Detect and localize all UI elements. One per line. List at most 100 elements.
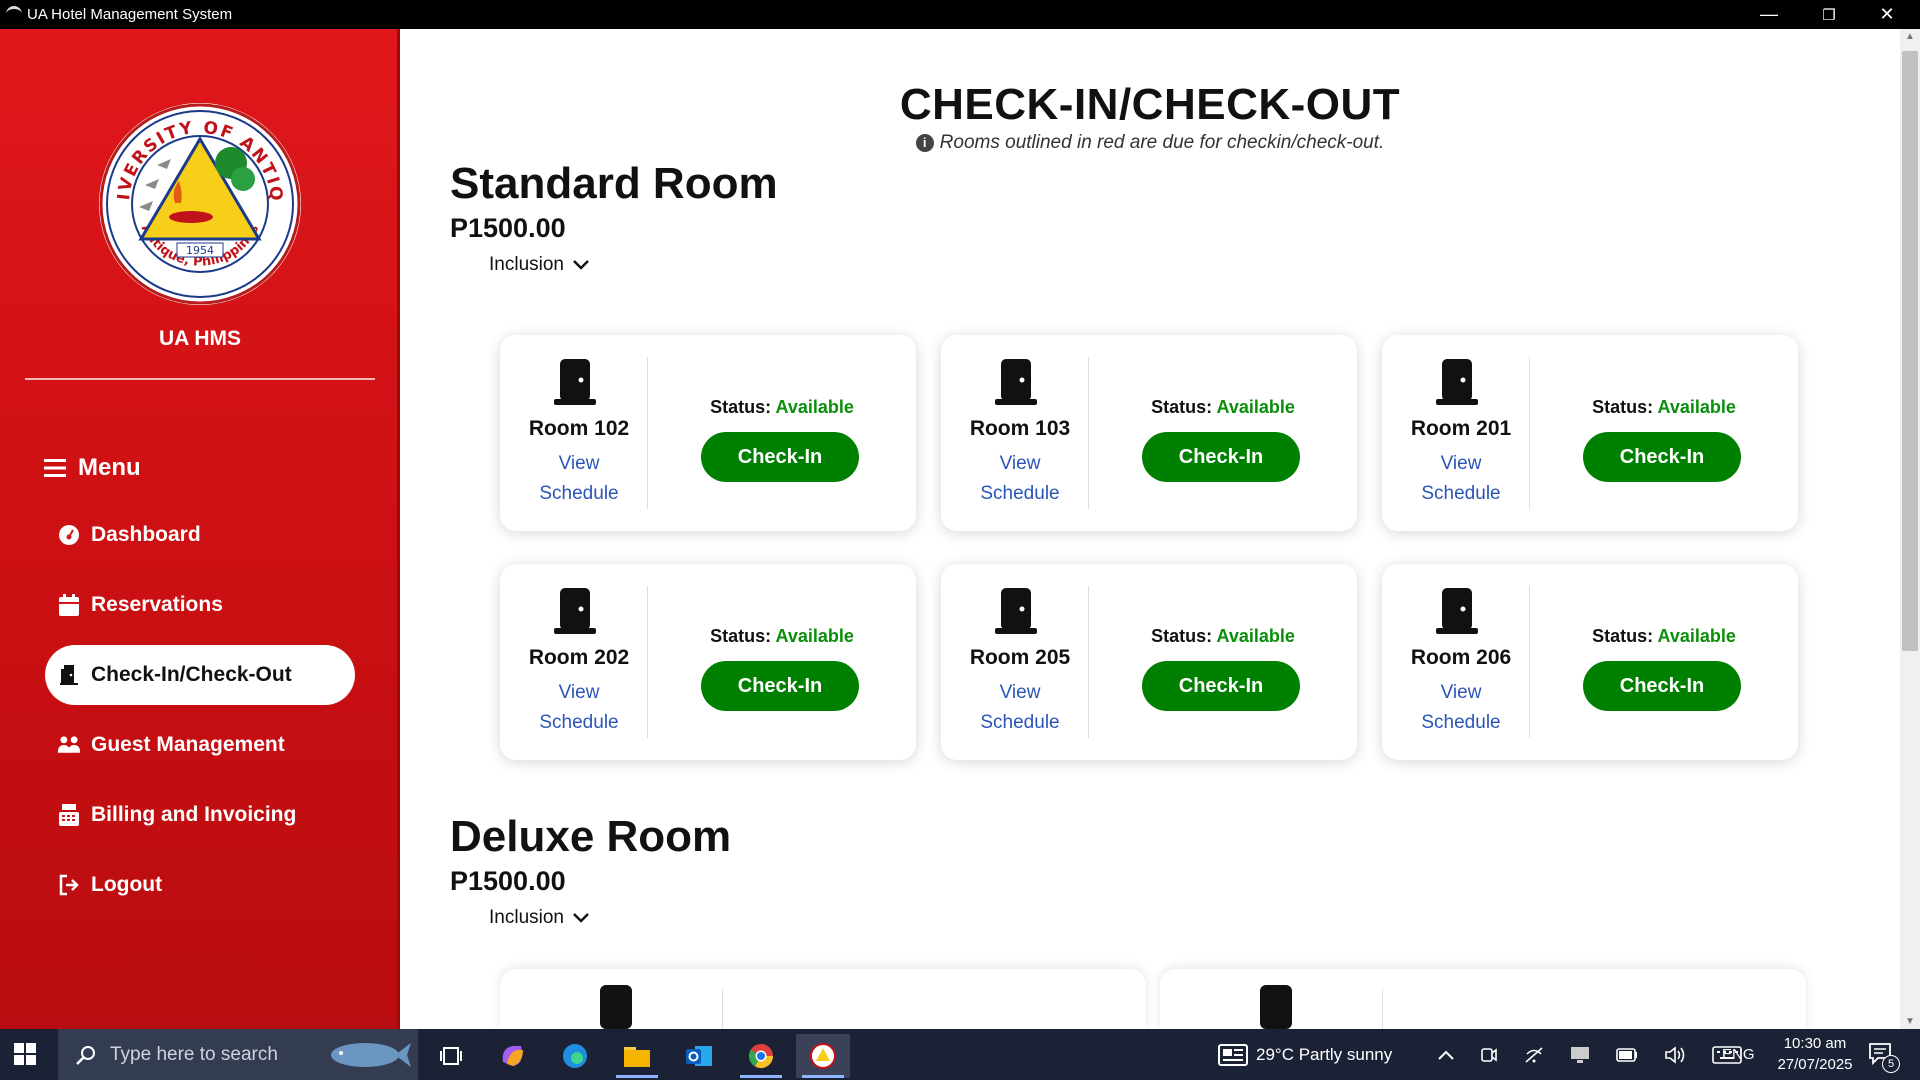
room-name: Room 202 — [528, 646, 630, 669]
nav-billing-and-invoicing-label: Billing and Invoicing — [91, 803, 297, 826]
view-schedule-line2: Schedule — [980, 483, 1060, 504]
chevron-up-icon[interactable] — [1438, 1050, 1454, 1060]
main-content: CHECK-IN/CHECK-OUT i Rooms outlined in re… — [400, 29, 1900, 1029]
view-schedule-link[interactable]: View Schedule — [941, 449, 1099, 509]
room-name: Room 103 — [969, 417, 1071, 440]
ua-logo-icon — [810, 1043, 836, 1069]
nav-reservations-label: Reservations — [91, 593, 223, 616]
restore-button[interactable]: ❐ — [1800, 0, 1858, 29]
status-value: Available — [1216, 397, 1295, 417]
outlook-icon — [686, 1046, 712, 1066]
card-divider — [1088, 357, 1089, 509]
language-indicator[interactable]: ENG — [1722, 1029, 1755, 1080]
check-in-button[interactable]: Check-In — [1142, 661, 1300, 711]
room-status: Status: Available — [1530, 397, 1798, 418]
check-in-button[interactable]: Check-In — [1583, 432, 1741, 482]
scrollbar-thumb[interactable] — [1902, 51, 1918, 651]
room-status: Status: Available — [1089, 626, 1357, 647]
card-divider — [647, 357, 648, 509]
view-schedule-link[interactable]: View Schedule — [1382, 678, 1540, 738]
brand-name: UA HMS — [158, 327, 242, 350]
close-button[interactable]: ✕ — [1858, 0, 1916, 29]
card-divider — [1088, 586, 1089, 738]
nav-reservations[interactable]: Reservations — [45, 575, 355, 635]
nav-guest-management[interactable]: Guest Management — [45, 715, 355, 775]
nav-dashboard[interactable]: Dashboard — [45, 505, 355, 565]
taskbar-app-copilot[interactable] — [486, 1034, 540, 1078]
room-name: Room 205 — [969, 646, 1071, 669]
inclusion-dropdown-deluxe[interactable]: Inclusion — [489, 907, 590, 929]
wifi-icon[interactable] — [1524, 1046, 1544, 1064]
chevron-down-icon — [573, 260, 589, 270]
window-titlebar: UA Hotel Management System — ❐ ✕ — [0, 0, 1920, 29]
nav-dashboard-label: Dashboard — [91, 523, 201, 546]
dashboard-icon — [57, 523, 81, 547]
meet-now-icon[interactable] — [1480, 1045, 1498, 1065]
scroll-down-arrow-icon[interactable]: ▼ — [1900, 1016, 1920, 1027]
view-schedule-link[interactable]: View Schedule — [500, 449, 658, 509]
clock-date: 27/07/2025 — [1777, 1056, 1853, 1073]
taskbar-app-chrome[interactable] — [734, 1034, 788, 1078]
weather-news-icon — [1218, 1043, 1248, 1066]
task-view-button[interactable] — [424, 1034, 478, 1078]
inclusion-dropdown-standard[interactable]: Inclusion — [489, 254, 590, 276]
view-schedule-link[interactable]: View Schedule — [941, 678, 1099, 738]
door-icon — [1436, 359, 1478, 405]
door-icon — [995, 588, 1037, 634]
start-button[interactable] — [14, 1043, 36, 1065]
taskbar-app-outlook[interactable] — [672, 1034, 726, 1078]
view-schedule-link[interactable]: View Schedule — [500, 678, 658, 738]
weather-text: 29°C Partly sunny — [1256, 1044, 1393, 1064]
check-in-button[interactable]: Check-In — [1142, 432, 1300, 482]
taskbar-app-file-explorer[interactable] — [610, 1034, 664, 1078]
info-note: i Rooms outlined in red are due for check… — [400, 132, 1900, 154]
room-name: Room 201 — [1410, 417, 1512, 440]
volume-icon[interactable] — [1664, 1045, 1686, 1065]
system-tray — [1438, 1029, 1742, 1080]
taskbar-app-edge[interactable] — [548, 1034, 602, 1078]
nav-billing-and-invoicing[interactable]: Billing and Invoicing — [45, 785, 355, 845]
check-in-button[interactable]: Check-In — [701, 661, 859, 711]
taskbar-search-placeholder: Type here to search — [110, 1043, 278, 1065]
door-icon — [1260, 985, 1292, 1029]
sidebar: UNIVERSITY OF ANTIQUE Antique, Philippin… — [0, 29, 400, 1029]
menu-toggle[interactable]: Menu — [44, 454, 141, 482]
info-icon: i — [915, 134, 934, 152]
battery-icon[interactable] — [1616, 1047, 1638, 1062]
scroll-up-arrow-icon[interactable]: ▲ — [1900, 31, 1920, 42]
whale-shark-icon — [331, 1043, 411, 1067]
status-label: Status: — [1151, 397, 1213, 417]
section-title-deluxe: Deluxe Room — [450, 812, 732, 861]
card-divider — [647, 586, 648, 738]
taskbar-clock[interactable]: 10:30 am 27/07/2025 — [1760, 1033, 1870, 1075]
check-in-button[interactable]: Check-In — [1583, 661, 1741, 711]
room-status: Status: Available — [1530, 626, 1798, 647]
view-schedule-line1: View — [558, 682, 600, 703]
check-in-button[interactable]: Check-In — [701, 432, 859, 482]
status-label: Status: — [710, 397, 772, 417]
weather-widget[interactable]: 29°C Partly sunny — [1218, 1029, 1392, 1080]
info-note-text: Rooms outlined in red are due for checki… — [939, 132, 1385, 153]
notification-center-button[interactable]: 5 — [1868, 1041, 1900, 1073]
view-schedule-line2: Schedule — [980, 712, 1060, 733]
room-card: Room 102 View Schedule Status: Available Che… — [500, 335, 916, 531]
university-logo: UNIVERSITY OF ANTIQUE Antique, Philippin… — [91, 88, 301, 305]
room-card-partial — [1160, 969, 1806, 1029]
room-card-partial — [500, 969, 1146, 1029]
taskbar-search[interactable]: Type here to search — [58, 1029, 418, 1080]
room-card: Room 205 View Schedule Status: Available Che… — [941, 564, 1357, 760]
view-schedule-line2: Schedule — [539, 712, 619, 733]
door-icon — [600, 985, 632, 1029]
nav-check-in-check-out[interactable]: Check-In/Check-Out — [45, 645, 355, 705]
taskbar-app-ua-hms[interactable] — [796, 1034, 850, 1078]
minimize-button[interactable]: — — [1740, 0, 1798, 29]
inclusion-label: Inclusion — [489, 907, 564, 928]
section-price-standard: P1500.00 — [450, 213, 566, 243]
vertical-scrollbar[interactable]: ▲ ▼ — [1900, 29, 1920, 1029]
view-schedule-line2: Schedule — [1421, 483, 1501, 504]
view-schedule-line1: View — [558, 453, 600, 474]
nav-logout[interactable]: Logout — [45, 855, 355, 915]
inclusion-label: Inclusion — [489, 254, 564, 275]
display-icon[interactable] — [1570, 1046, 1590, 1064]
view-schedule-link[interactable]: View Schedule — [1382, 449, 1540, 509]
